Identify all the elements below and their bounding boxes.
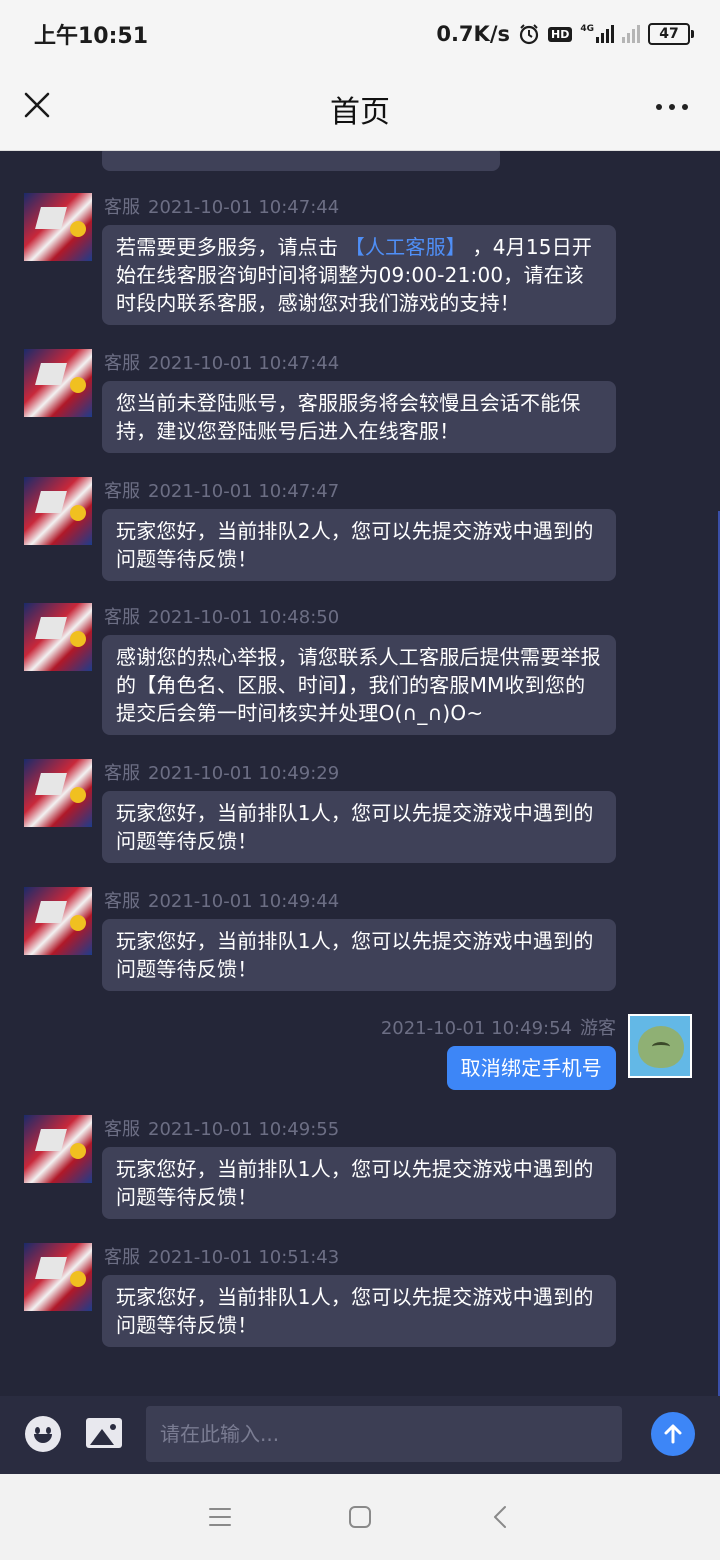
battery-level: 47	[659, 26, 679, 42]
message-sender: 客服	[104, 1247, 140, 1268]
agent-avatar	[24, 759, 92, 827]
message-sender: 客服	[104, 481, 140, 502]
message-sender: 客服	[104, 763, 140, 784]
back-button[interactable]	[480, 1497, 520, 1537]
status-icons: 0.7K/s HD 4G 47	[436, 22, 694, 46]
message-bubble: 玩家您好，当前排队1人，您可以先提交游戏中遇到的问题等待反馈！	[102, 791, 616, 863]
network-type: 4G	[580, 24, 594, 34]
message-bubble: 您当前未登陆账号，客服服务将会较慢且会话不能保持，建议您登陆账号后进入在线客服！	[102, 381, 616, 453]
message-time: 2021-10-01 10:47:44	[148, 197, 340, 218]
status-time: 上午10:51	[34, 24, 149, 49]
send-arrow-icon	[664, 1424, 682, 1444]
agent-avatar	[24, 1115, 92, 1183]
message-meta: 2021-10-01 10:49:54 游客	[381, 1014, 616, 1040]
image-icon[interactable]	[86, 1418, 122, 1448]
signal-icon-secondary	[622, 25, 640, 43]
message-bubble: 玩家您好，当前排队2人，您可以先提交游戏中遇到的问题等待反馈！	[102, 509, 616, 581]
message-time: 2021-10-01 10:48:50	[148, 607, 340, 628]
message-sender: 游客	[580, 1018, 616, 1039]
alarm-icon	[519, 24, 539, 45]
agent-avatar	[24, 1243, 92, 1311]
message-sender: 客服	[104, 197, 140, 218]
page-title: 首页	[330, 95, 390, 130]
message-sender: 客服	[104, 891, 140, 912]
human-service-link[interactable]: 【人工客服】	[345, 235, 466, 259]
home-icon	[349, 1506, 371, 1528]
agent-avatar	[24, 349, 92, 417]
title-bar: 首页	[0, 68, 720, 151]
message-bubble: 玩家您好，当前排队1人，您可以先提交游戏中遇到的问题等待反馈！	[102, 1147, 616, 1219]
signal-icon: 4G	[580, 25, 614, 43]
message-bubble: 玩家您好，当前排队1人，您可以先提交游戏中遇到的问题等待反馈！	[102, 919, 616, 991]
message-meta: 客服 2021-10-01 10:48:50	[104, 603, 339, 629]
message-time: 2021-10-01 10:49:55	[148, 1119, 340, 1140]
back-icon	[494, 1506, 506, 1528]
hd-badge: HD	[548, 26, 573, 42]
message-time: 2021-10-01 10:49:29	[148, 763, 340, 784]
message-bubble: 玩家您好，当前排队1人，您可以先提交游戏中遇到的问题等待反馈！	[102, 1275, 616, 1347]
message-input[interactable]	[146, 1406, 622, 1462]
user-avatar	[628, 1014, 692, 1078]
message-time: 2021-10-01 10:51:43	[148, 1247, 340, 1268]
emoji-icon[interactable]	[25, 1416, 61, 1452]
message-sender: 客服	[104, 1119, 140, 1140]
agent-avatar	[24, 603, 92, 671]
agent-avatar	[24, 887, 92, 955]
home-button[interactable]	[340, 1497, 380, 1537]
message-meta: 客服 2021-10-01 10:49:44	[104, 887, 339, 913]
message-time: 2021-10-01 10:49:44	[148, 891, 340, 912]
message-bubble: 感谢您的热心举报，请您联系人工客服后提供需要举报的【角色名、区服、时间】，我们的…	[102, 635, 616, 735]
more-icon[interactable]	[656, 104, 688, 110]
message-time: 2021-10-01 10:47:44	[148, 353, 340, 374]
agent-avatar	[24, 477, 92, 545]
message-time: 2021-10-01 10:47:47	[148, 481, 340, 502]
message-meta: 客服 2021-10-01 10:47:47	[104, 477, 339, 503]
input-bar	[0, 1396, 720, 1474]
message-meta: 客服 2021-10-01 10:49:29	[104, 759, 339, 785]
message-bubble-user: 取消绑定手机号	[446, 1046, 616, 1090]
chat-area[interactable]: 客服 2021-10-01 10:47:44 若需要更多服务，请点击 【人工客服】…	[0, 151, 720, 1396]
battery-icon: 47	[648, 23, 694, 45]
menu-icon	[209, 1508, 231, 1526]
message-sender: 客服	[104, 353, 140, 374]
message-meta: 客服 2021-10-01 10:47:44	[104, 349, 339, 375]
message-meta: 客服 2021-10-01 10:49:55	[104, 1115, 339, 1141]
close-icon[interactable]	[22, 90, 52, 120]
message-time: 2021-10-01 10:49:54	[380, 1018, 572, 1039]
message-meta: 客服 2021-10-01 10:47:44	[104, 193, 339, 219]
system-nav-bar	[0, 1474, 720, 1560]
send-button[interactable]	[651, 1412, 695, 1456]
message-sender: 客服	[104, 607, 140, 628]
agent-avatar	[24, 193, 92, 261]
message-meta: 客服 2021-10-01 10:51:43	[104, 1243, 339, 1269]
menu-button[interactable]	[200, 1497, 240, 1537]
message-bubble-partial	[102, 151, 500, 171]
status-bar: 上午10:51 0.7K/s HD 4G 47	[0, 0, 720, 68]
message-bubble: 若需要更多服务，请点击 【人工客服】 ，4月15日开始在线客服咨询时间将调整为0…	[102, 225, 616, 325]
network-speed: 0.7K/s	[436, 22, 510, 46]
